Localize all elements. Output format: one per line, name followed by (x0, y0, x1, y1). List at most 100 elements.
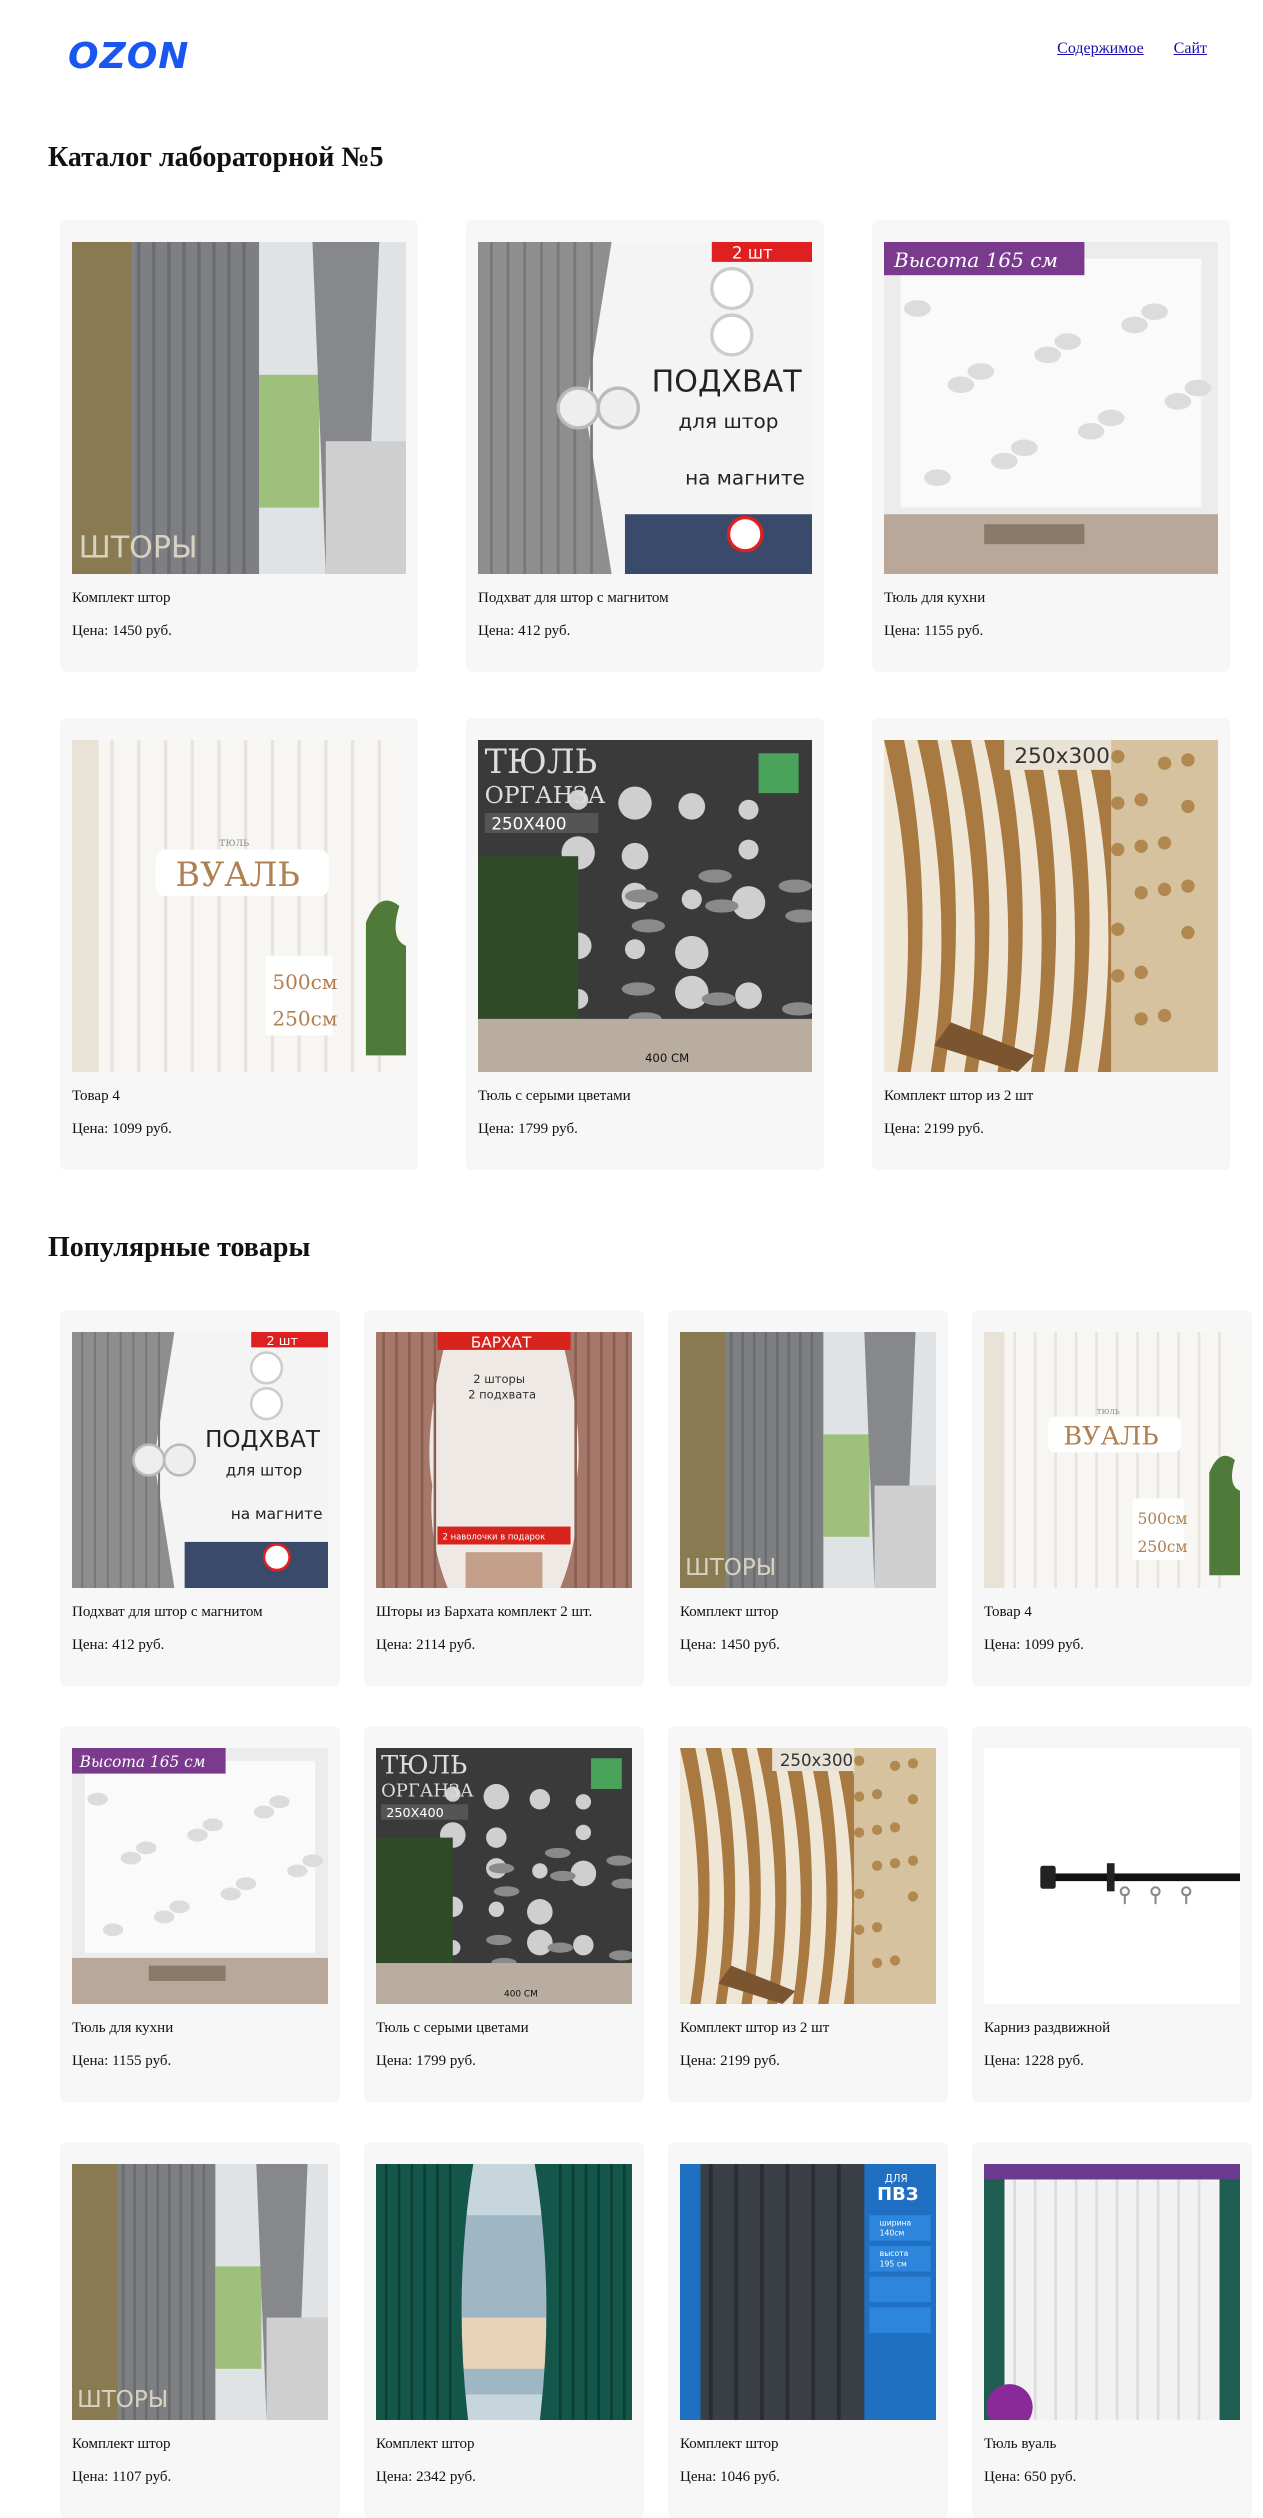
product-name[interactable]: Подхват для штор с магнитом (478, 590, 669, 607)
svg-text:ВУАЛЬ: ВУАЛЬ (1063, 1422, 1158, 1452)
product-image[interactable]: БАРХАТ 2 шторы 2 подхвата 2 наволочки в … (376, 1332, 632, 1588)
svg-text:на магните: на магните (231, 1505, 323, 1523)
product-price: Цена: 412 руб. (72, 1637, 165, 1653)
product-card[interactable]: Высота 165 см Тюль для кухни Цена: 1155 р… (872, 220, 1230, 672)
product-image[interactable]: 2 шт ПОДХВАТ для штор на магните (478, 242, 812, 574)
product-card[interactable]: тюль ВУАЛЬ 500см 250см Товар 4 Цена: 1099… (972, 1310, 1252, 1686)
svg-text:500см: 500см (272, 970, 337, 994)
product-price: Цена: 1099 руб. (72, 1121, 172, 1137)
product-price: Цена: 2199 руб. (884, 1121, 984, 1137)
product-card[interactable]: Высота 165 см Тюль для кухни Цена: 1155 р… (60, 1726, 340, 2102)
product-name[interactable]: Комплект штор (72, 2436, 170, 2453)
product-name[interactable]: Комплект штор (680, 1604, 778, 1621)
svg-text:400 СМ: 400 СМ (645, 1051, 689, 1065)
product-image[interactable]: ШТОРЫ (680, 1332, 936, 1588)
product-name[interactable]: Карниз раздвижной (984, 2020, 1110, 2037)
nav-link-contents[interactable]: Содержимое (1057, 40, 1144, 57)
product-price: Цена: 2199 руб. (680, 2053, 780, 2069)
product-card[interactable]: 250x300 Комплект штор из 2 шт Цена: 2199 … (872, 718, 1230, 1170)
product-price: Цена: 1228 руб. (984, 2053, 1084, 2069)
product-image[interactable] (984, 2164, 1240, 2420)
product-image[interactable]: 250x300 (884, 740, 1218, 1072)
product-image[interactable]: ШТОРЫ (72, 242, 406, 574)
header: OZON Содержимое Сайт (0, 0, 1263, 100)
product-card[interactable]: Комплект штор Цена: 2342 руб. (364, 2142, 644, 2518)
catalog-title: Каталог лабораторной №5 (48, 142, 384, 173)
product-name[interactable]: Тюль вуаль (984, 2436, 1056, 2453)
product-card[interactable]: ШТОРЫ Комплект штор Цена: 1450 руб. (668, 1310, 948, 1686)
svg-text:400 СМ: 400 СМ (504, 1989, 538, 1999)
svg-text:250X400: 250X400 (386, 1806, 444, 1821)
product-price: Цена: 1799 руб. (376, 2053, 476, 2069)
product-name[interactable]: Комплект штор из 2 шт (680, 2020, 829, 2037)
product-image[interactable]: ДЛЯ ПВЗ ширина 140см высота 195 см (680, 2164, 936, 2420)
svg-text:Высота 165 см: Высота 165 см (893, 248, 1058, 272)
svg-text:250x300: 250x300 (1014, 744, 1110, 769)
product-card[interactable]: тюль ВУАЛЬ 500см 250см Товар 4 Цена: 1099… (60, 718, 418, 1170)
product-card[interactable]: 2 шт ПОДХВАТ для штор на магните Подхват… (466, 220, 824, 672)
product-name[interactable]: Товар 4 (984, 1604, 1032, 1621)
svg-text:ПОДХВАТ: ПОДХВАТ (205, 1427, 321, 1453)
product-name[interactable]: Комплект штор (376, 2436, 474, 2453)
svg-text:250x300: 250x300 (780, 1751, 853, 1770)
product-card[interactable]: ТЮЛЬ ОРГАНЗА 250X400 400 СМ Тюль с серым… (466, 718, 824, 1170)
product-image[interactable]: Высота 165 см (72, 1748, 328, 2004)
product-card[interactable]: 2 шт ПОДХВАТ для штор на магните Подхват… (60, 1310, 340, 1686)
product-image[interactable]: тюль ВУАЛЬ 500см 250см (72, 740, 406, 1072)
product-price: Цена: 1799 руб. (478, 1121, 578, 1137)
product-card[interactable]: ТЮЛЬ ОРГАНЗА 250X400 400 СМ Тюль с серым… (364, 1726, 644, 2102)
product-card[interactable]: ДЛЯ ПВЗ ширина 140см высота 195 см Компл… (668, 2142, 948, 2518)
product-image[interactable]: ШТОРЫ (72, 2164, 328, 2420)
product-price: Цена: 1450 руб. (72, 623, 172, 639)
product-price: Цена: 2342 руб. (376, 2469, 476, 2485)
popular-title: Популярные товары (48, 1232, 311, 1263)
product-price: Цена: 412 руб. (478, 623, 571, 639)
nav-link-site[interactable]: Сайт (1174, 40, 1207, 57)
product-price: Цена: 1107 руб. (72, 2469, 172, 2485)
product-name[interactable]: Комплект штор из 2 шт (884, 1088, 1033, 1105)
product-name[interactable]: Товар 4 (72, 1088, 120, 1105)
svg-text:ШТОРЫ: ШТОРЫ (79, 530, 198, 565)
product-image[interactable]: 250x300 (680, 1748, 936, 2004)
product-name[interactable]: Тюль с серыми цветами (478, 1088, 631, 1105)
product-card[interactable]: ШТОРЫ Комплект штор Цена: 1450 руб. (60, 220, 418, 672)
product-name[interactable]: Комплект штор (72, 590, 170, 607)
product-name[interactable]: Тюль для кухни (884, 590, 985, 607)
svg-text:на магните: на магните (685, 465, 805, 489)
product-name[interactable]: Тюль с серыми цветами (376, 2020, 529, 2037)
product-image[interactable] (984, 1748, 1240, 2004)
product-image[interactable]: Высота 165 см (884, 242, 1218, 574)
product-image[interactable]: 2 шт ПОДХВАТ для штор на магните (72, 1332, 328, 1588)
svg-text:ОРГАНЗА: ОРГАНЗА (381, 1781, 474, 1802)
svg-text:ВУАЛЬ: ВУАЛЬ (176, 855, 300, 894)
product-card[interactable]: ШТОРЫ Комплект штор Цена: 1107 руб. (60, 2142, 340, 2518)
svg-text:ТЮЛЬ: ТЮЛЬ (381, 1751, 467, 1781)
product-image[interactable]: тюль ВУАЛЬ 500см 250см (984, 1332, 1240, 1588)
product-name[interactable]: Комплект штор (680, 2436, 778, 2453)
ozon-logo[interactable]: OZON (68, 36, 189, 77)
product-price: Цена: 1155 руб. (72, 2053, 172, 2069)
svg-text:250X400: 250X400 (491, 815, 566, 834)
product-price: Цена: 650 руб. (984, 2469, 1077, 2485)
product-price: Цена: 1450 руб. (680, 1637, 780, 1653)
product-image[interactable]: ТЮЛЬ ОРГАНЗА 250X400 400 СМ (478, 740, 812, 1072)
product-name[interactable]: Тюль для кухни (72, 2020, 173, 2037)
product-card[interactable]: Тюль вуаль Цена: 650 руб. (972, 2142, 1252, 2518)
svg-text:Высота 165 см: Высота 165 см (79, 1753, 206, 1771)
svg-text:тюль: тюль (1097, 1407, 1120, 1417)
product-card[interactable]: БАРХАТ 2 шторы 2 подхвата 2 наволочки в … (364, 1310, 644, 1686)
svg-text:500см: 500см (1138, 1510, 1188, 1528)
svg-text:ПВЗ: ПВЗ (877, 2184, 918, 2205)
svg-text:ТЮЛЬ: ТЮЛЬ (485, 742, 598, 781)
product-image[interactable]: ТЮЛЬ ОРГАНЗА 250X400 400 СМ (376, 1748, 632, 2004)
svg-text:ширина: ширина (880, 2218, 912, 2227)
product-price: Цена: 1046 руб. (680, 2469, 780, 2485)
product-image[interactable] (376, 2164, 632, 2420)
product-name[interactable]: Шторы из Бархата комплект 2 шт. (376, 1604, 592, 1621)
top-nav: Содержимое Сайт (1031, 40, 1207, 58)
product-card[interactable]: 250x300 Комплект штор из 2 шт Цена: 2199 … (668, 1726, 948, 2102)
svg-text:ШТОРЫ: ШТОРЫ (685, 1555, 776, 1581)
product-name[interactable]: Подхват для штор с магнитом (72, 1604, 263, 1621)
product-card[interactable]: Карниз раздвижной Цена: 1228 руб. (972, 1726, 1252, 2102)
svg-text:для штор: для штор (678, 409, 778, 433)
